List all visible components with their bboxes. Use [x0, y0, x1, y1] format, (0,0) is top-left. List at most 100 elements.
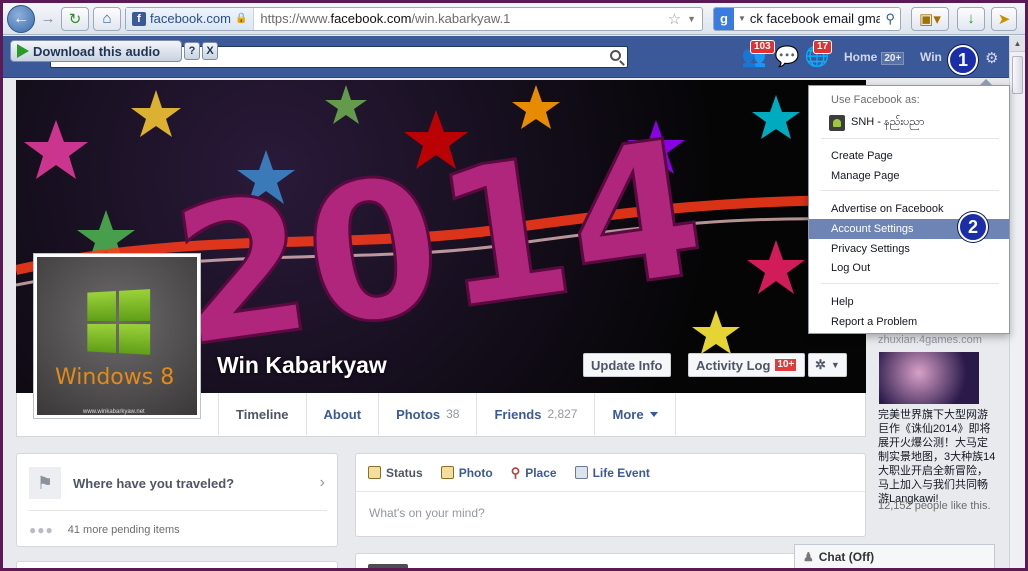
tab-timeline[interactable]: Timeline	[218, 393, 306, 435]
forward-button[interactable]: →	[39, 7, 57, 31]
menu-divider	[821, 138, 999, 139]
engine-dropdown-icon[interactable]: ▼	[734, 14, 750, 23]
notifications-badge: 17	[813, 40, 833, 54]
downloads-icon[interactable]: ↓	[957, 6, 985, 31]
url-prefix: https://www.	[260, 11, 331, 26]
windows-logo-icon	[87, 289, 151, 355]
search-icon[interactable]: ⚲	[880, 11, 900, 27]
profile-picture[interactable]: Windows 8 www.winkabarkyaw.net	[33, 253, 201, 419]
chat-user-icon: ♟	[803, 550, 814, 564]
profile-name[interactable]: Win Kabarkyaw	[217, 352, 387, 379]
bookmarks-button[interactable]: ▣▾	[911, 6, 949, 31]
back-button[interactable]: ←	[7, 4, 35, 33]
next-card	[16, 561, 338, 571]
gear-icon[interactable]: ⚙	[985, 49, 998, 67]
activity-log-button[interactable]: Activity Log 10+	[688, 353, 806, 377]
place-label: Place	[525, 465, 557, 480]
post-avatar	[368, 564, 408, 571]
friend-requests-icon[interactable]: 👥 103	[742, 40, 775, 68]
profile-link[interactable]: Win	[920, 50, 942, 64]
home-link[interactable]: Home 20+	[844, 50, 905, 65]
composer-status-tab[interactable]: Status	[368, 466, 423, 480]
use-as-heading: Use Facebook as:	[831, 94, 920, 106]
ad-likes: 12,152 people like this.	[878, 500, 991, 512]
tab-friends[interactable]: Friends 2,827	[476, 393, 594, 435]
activity-log-badge: 10+	[774, 358, 798, 372]
friend-requests-badge: 103	[750, 40, 775, 54]
chevron-down-icon	[649, 411, 658, 417]
notifications-icon[interactable]: 🌐 17	[805, 40, 833, 68]
page-scrollbar[interactable]: ▲	[1009, 36, 1025, 568]
composer-input[interactable]: What's on your mind?	[369, 506, 485, 520]
lock-icon: 🔒	[234, 13, 248, 24]
menu-log-out[interactable]: Log Out	[809, 258, 1009, 278]
update-info-button[interactable]: Update Info	[583, 353, 671, 377]
composer-life-event-tab[interactable]: Life Event	[574, 465, 650, 480]
facebook-favicon-icon: f	[132, 11, 146, 26]
tab-friends-count: 2,827	[547, 407, 578, 421]
cover-settings-button[interactable]: ✲ ▼	[808, 353, 847, 377]
download-audio-button[interactable]: Download this audio	[10, 40, 182, 62]
download-help-button[interactable]: ?	[184, 42, 200, 60]
menu-manage-page[interactable]: Manage Page	[809, 166, 1009, 186]
messages-icon[interactable]: 💬	[775, 44, 800, 68]
ad-image[interactable]	[879, 352, 979, 404]
divider	[29, 510, 327, 511]
download-close-button[interactable]: X	[202, 42, 218, 60]
place-pin-icon: ⚲	[510, 464, 521, 480]
cursor-tool-icon[interactable]: ➤	[991, 6, 1017, 31]
ad-text[interactable]: 完美世界旗下大型网游巨作《诛仙2014》即将展开火爆公测！大马定制实景地图，3大…	[878, 408, 996, 506]
tab-about[interactable]: About	[305, 393, 379, 435]
url-text[interactable]: https://www.facebook.com/win.kabarkyaw.1	[254, 11, 667, 26]
ad-domain[interactable]: zhuxian.4games.com	[878, 334, 982, 346]
home-button[interactable]: ⌂	[93, 6, 121, 31]
life-event-label: Life Event	[592, 465, 650, 480]
menu-privacy-settings[interactable]: Privacy Settings	[809, 239, 1009, 259]
composer-tabs: Status Photo ⚲ Place Life Event	[356, 454, 865, 492]
tab-photos[interactable]: Photos 38	[378, 393, 476, 435]
cover-year-text: 2014	[162, 97, 716, 389]
browser-toolbar: ← → ↻ ⌂ f facebook.com 🔒 https://www.fac…	[3, 3, 1025, 35]
page-name-label: SNH - နည်းပညာ	[851, 116, 925, 128]
pending-items-row[interactable]: ●●● 41 more pending items	[17, 518, 337, 542]
menu-help[interactable]: Help	[809, 292, 1009, 312]
menu-report-problem[interactable]: Report a Problem	[809, 312, 1009, 332]
search-box[interactable]: g ▼ ck facebook email gmail ⚲	[713, 6, 901, 31]
chat-label: Chat (Off)	[818, 550, 875, 564]
callout-2: 2	[958, 212, 988, 242]
scroll-up-icon[interactable]: ▲	[1010, 36, 1025, 52]
more-dots-icon: ●●●	[29, 523, 54, 537]
settings-menu: Use Facebook as: SNH - နည်းပညာ Create Pa…	[808, 79, 1010, 334]
site-identity[interactable]: f facebook.com 🔒	[126, 7, 255, 30]
search-text[interactable]: ck facebook email gmail	[750, 11, 881, 26]
tab-more[interactable]: More	[594, 393, 676, 435]
bookmark-star-icon[interactable]: ☆	[668, 10, 687, 28]
menu-notch	[979, 79, 993, 86]
tab-timeline-label: Timeline	[236, 406, 289, 422]
menu-create-page[interactable]: Create Page	[809, 146, 1009, 166]
address-bar[interactable]: f facebook.com 🔒 https://www.facebook.co…	[125, 6, 703, 31]
reload-button[interactable]: ↻	[61, 6, 89, 31]
chat-bar[interactable]: ♟ Chat (Off)	[794, 544, 995, 569]
composer: Status Photo ⚲ Place Life Event What's on…	[355, 453, 866, 537]
url-dropdown-icon[interactable]: ▼	[687, 14, 702, 24]
google-icon[interactable]: g	[714, 7, 734, 30]
search-icon[interactable]	[610, 50, 621, 61]
profile-pic-caption: Windows 8	[55, 365, 175, 390]
travel-row[interactable]: ⚑ Where have you traveled? ›	[17, 466, 337, 500]
travel-prompt: Where have you traveled?	[73, 475, 235, 491]
play-icon	[17, 44, 29, 58]
android-icon	[829, 115, 845, 131]
composer-place-tab[interactable]: ⚲ Place	[511, 465, 557, 481]
tab-about-label: About	[323, 406, 362, 422]
menu-use-as-page[interactable]: SNH - နည်းပညာ	[809, 112, 1009, 134]
home-count: 20+	[881, 52, 905, 65]
url-host: facebook.com	[330, 11, 412, 26]
scroll-thumb[interactable]	[1012, 56, 1023, 94]
chevron-right-icon: ›	[319, 474, 325, 491]
life-event-icon	[574, 466, 588, 479]
composer-photo-tab[interactable]: Photo	[440, 466, 493, 480]
status-icon	[368, 466, 381, 479]
settings-icon: ✲	[815, 357, 826, 372]
update-info-label: Update Info	[591, 357, 663, 373]
